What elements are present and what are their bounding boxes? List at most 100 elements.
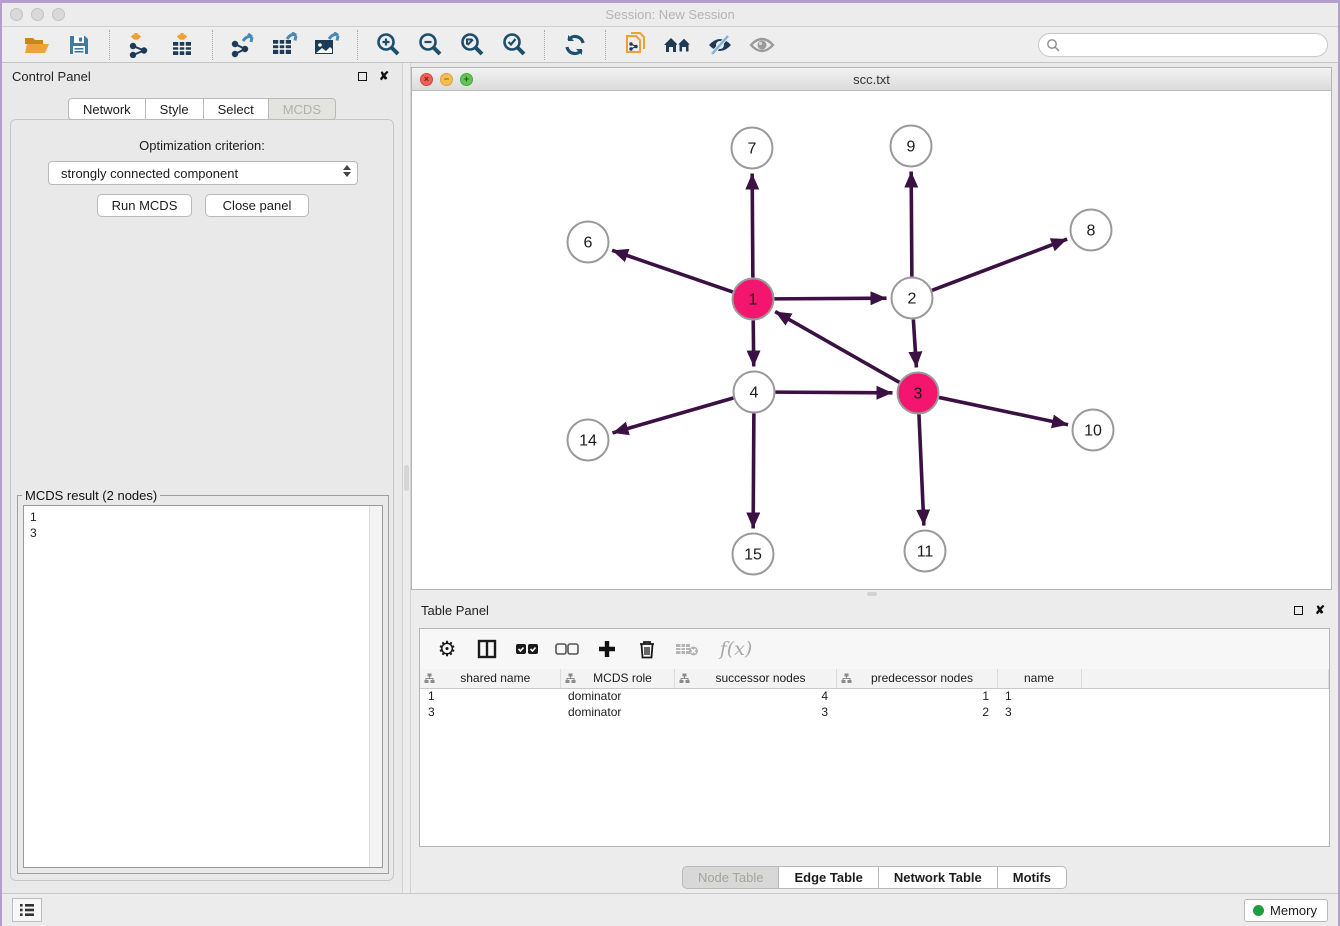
select-all-button[interactable] xyxy=(514,636,540,662)
app-titlebar: Session: New Session xyxy=(2,3,1338,27)
node-14[interactable]: 14 xyxy=(568,420,609,461)
node-15[interactable]: 15 xyxy=(733,534,774,575)
tab-node-table[interactable]: Node Table xyxy=(682,866,780,889)
node-10[interactable]: 10 xyxy=(1073,410,1114,451)
node-7[interactable]: 7 xyxy=(732,128,773,169)
node-3[interactable]: 3 xyxy=(898,373,939,414)
toolbar-separator xyxy=(109,30,110,60)
edge-3-10[interactable] xyxy=(939,397,1068,424)
node-table-container: ⚙ xyxy=(419,628,1330,847)
table-cell[interactable]: 3 xyxy=(674,704,836,720)
network-canvas-svg: 7 9 6 8 1 2 4 3 14 10 15 11 xyxy=(412,91,1331,589)
network-canvas[interactable]: 7 9 6 8 1 2 4 3 14 10 15 11 xyxy=(412,91,1331,589)
edge-2-9[interactable] xyxy=(911,171,912,276)
close-panel-button[interactable]: Close panel xyxy=(205,194,309,217)
add-column-button[interactable] xyxy=(594,636,620,662)
node-6[interactable]: 6 xyxy=(568,222,609,263)
tab-edge-table[interactable]: Edge Table xyxy=(779,866,878,889)
selected-criterion: strongly connected component xyxy=(61,166,238,181)
edge-1-2[interactable] xyxy=(774,298,886,299)
zoom-fit-icon xyxy=(459,32,485,58)
column-header-predecessor-nodes[interactable]: predecessor nodes xyxy=(836,669,997,688)
apply-layout-button[interactable] xyxy=(657,29,699,61)
export-image-button[interactable] xyxy=(306,29,348,61)
node-8[interactable]: 8 xyxy=(1071,210,1112,251)
search-input[interactable] xyxy=(1038,33,1328,57)
table-cell[interactable]: 3 xyxy=(997,704,1081,720)
zoom-out-button[interactable] xyxy=(409,29,451,61)
task-history-button[interactable] xyxy=(12,898,42,922)
node-4[interactable]: 4 xyxy=(734,372,775,413)
fx-icon: f(x) xyxy=(720,638,753,660)
memory-button[interactable]: Memory xyxy=(1244,899,1328,922)
tab-motifs[interactable]: Motifs xyxy=(998,866,1067,889)
table-cell[interactable]: 1 xyxy=(997,688,1081,704)
table-cell[interactable]: 2 xyxy=(836,704,997,720)
column-header-shared-name[interactable]: shared name xyxy=(420,669,560,688)
run-mcds-button[interactable]: Run MCDS xyxy=(97,194,192,217)
zoom-in-button[interactable] xyxy=(367,29,409,61)
deselect-all-button[interactable] xyxy=(554,636,580,662)
show-all-button[interactable] xyxy=(741,29,783,61)
mcds-result-scrollbar[interactable] xyxy=(369,506,382,867)
horizontal-splitter[interactable] xyxy=(411,590,1338,598)
float-panel-icon[interactable] xyxy=(354,68,370,84)
apply-function-button[interactable]: f(x) xyxy=(714,636,758,662)
vertical-splitter[interactable] xyxy=(402,63,411,893)
edge-3-1[interactable] xyxy=(775,312,899,383)
search-icon xyxy=(1046,38,1060,52)
tab-network[interactable]: Network xyxy=(68,98,146,120)
close-panel-icon[interactable]: ✘ xyxy=(376,68,392,84)
table-cell[interactable]: 3 xyxy=(420,704,560,720)
table-cell[interactable]: 1 xyxy=(420,688,560,704)
import-network-button[interactable] xyxy=(119,29,161,61)
table-options-button[interactable]: ⚙ xyxy=(434,636,460,662)
edge-1-6[interactable] xyxy=(612,250,733,292)
tab-select[interactable]: Select xyxy=(204,98,269,120)
edge-2-3[interactable] xyxy=(913,319,916,367)
edge-4-15[interactable] xyxy=(753,413,754,528)
tab-network-table[interactable]: Network Table xyxy=(879,866,998,889)
new-network-from-selection-button[interactable] xyxy=(615,29,657,61)
table-cell[interactable]: dominator xyxy=(560,704,674,720)
edge-4-3[interactable] xyxy=(775,392,892,393)
import-table-icon xyxy=(169,32,195,58)
column-type-icon xyxy=(679,673,690,684)
node-2[interactable]: 2 xyxy=(892,278,933,319)
save-session-button[interactable] xyxy=(58,29,100,61)
export-network-button[interactable] xyxy=(222,29,264,61)
splitter-grip[interactable] xyxy=(404,465,409,491)
hide-selected-button[interactable] xyxy=(699,29,741,61)
split-view-button[interactable] xyxy=(474,636,500,662)
table-cell[interactable]: 4 xyxy=(674,688,836,704)
open-session-button[interactable] xyxy=(16,29,58,61)
column-header-successor-nodes[interactable]: successor nodes xyxy=(674,669,836,688)
column-header-name[interactable]: name xyxy=(997,669,1081,688)
mcds-panel: Optimization criterion: strongly connect… xyxy=(10,119,394,881)
node-11[interactable]: 11 xyxy=(905,531,946,572)
edge-1-7[interactable] xyxy=(752,173,753,277)
import-table-button[interactable] xyxy=(161,29,203,61)
close-panel-icon[interactable]: ✘ xyxy=(1312,602,1328,618)
export-table-button[interactable] xyxy=(264,29,306,61)
tab-style[interactable]: Style xyxy=(146,98,204,120)
mcds-result-text[interactable]: 1 3 xyxy=(23,505,383,868)
zoom-selected-button[interactable] xyxy=(493,29,535,61)
zoom-fit-button[interactable] xyxy=(451,29,493,61)
edge-3-11[interactable] xyxy=(919,414,924,525)
splitter-grip[interactable] xyxy=(867,592,877,596)
refresh-layout-button[interactable] xyxy=(554,29,596,61)
node-1[interactable]: 1 xyxy=(733,279,774,320)
unchecked-boxes-icon xyxy=(555,642,579,656)
table-cell[interactable]: dominator xyxy=(560,688,674,704)
edge-2-8[interactable] xyxy=(932,239,1067,290)
float-panel-icon[interactable] xyxy=(1290,602,1306,618)
tab-mcds[interactable]: MCDS xyxy=(269,98,336,120)
optimization-criterion-select[interactable]: strongly connected component xyxy=(48,161,358,185)
table-cell[interactable]: 1 xyxy=(836,688,997,704)
delete-column-button[interactable] xyxy=(634,636,660,662)
edge-4-14[interactable] xyxy=(612,398,733,433)
node-9[interactable]: 9 xyxy=(891,126,932,167)
delete-table-button[interactable] xyxy=(674,636,700,662)
column-header-MCDS-role[interactable]: MCDS role xyxy=(560,669,674,688)
